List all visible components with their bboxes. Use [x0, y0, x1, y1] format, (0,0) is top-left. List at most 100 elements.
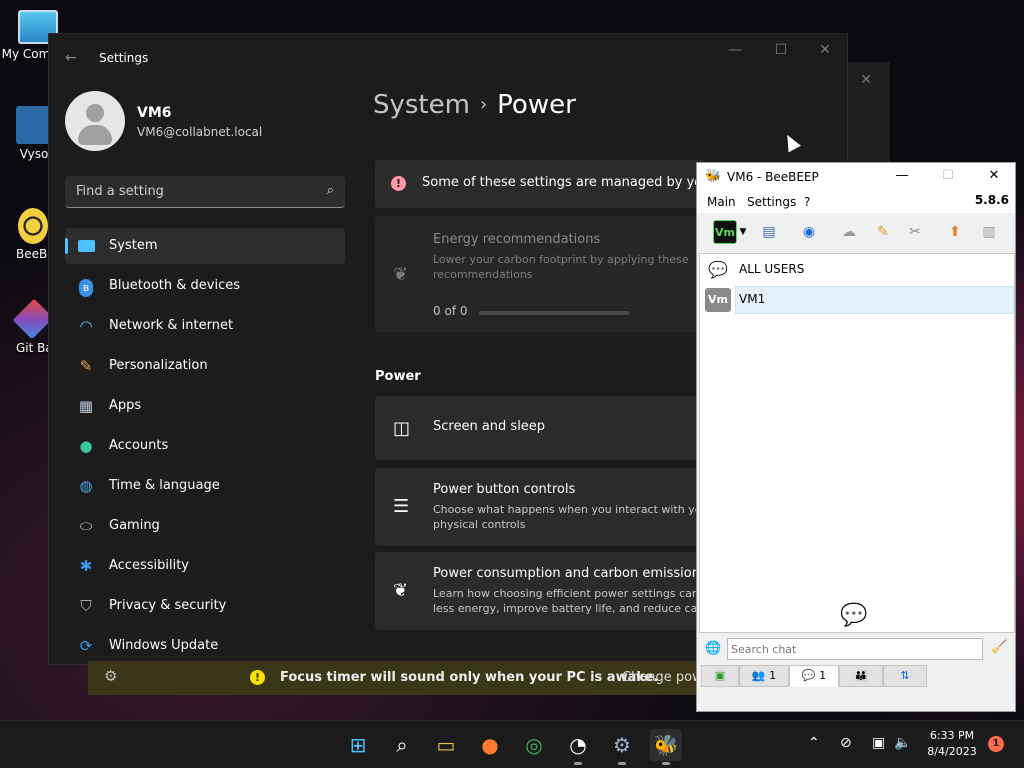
- profile-edit-icon[interactable]: ▤: [757, 220, 781, 244]
- section-heading: Power: [375, 369, 421, 384]
- sidebar-item-label: Privacy & security: [109, 598, 227, 613]
- broadcast-icon[interactable]: ◉: [797, 220, 821, 244]
- sidebar-item-network[interactable]: ◠ Network & internet: [65, 308, 345, 344]
- desktop-icon-label: BeeBE: [16, 247, 52, 261]
- sidebar-item-apps[interactable]: ▦ Apps: [65, 388, 345, 424]
- gear-icon[interactable]: ⚙: [104, 667, 117, 685]
- close-button[interactable]: ✕: [979, 168, 1009, 183]
- list-icon: ☰: [393, 496, 410, 517]
- share-icon[interactable]: ⬆: [943, 220, 967, 244]
- update-icon: ⟳: [79, 637, 93, 655]
- list-item[interactable]: Vm VM1: [703, 286, 1014, 314]
- desktop-icon-vysor[interactable]: Vyso: [0, 106, 52, 161]
- start-icon[interactable]: ⊞: [342, 729, 374, 761]
- desktop-icon-git-bash[interactable]: Git Ba: [0, 298, 54, 355]
- screen-and-sleep-row[interactable]: ◫ Screen and sleep: [375, 396, 705, 460]
- clock-app-icon[interactable]: ◔: [562, 729, 594, 765]
- sidebar-item-bluetooth[interactable]: ʙ Bluetooth & devices: [65, 268, 345, 304]
- power-button-controls-row[interactable]: ☰ Power button controls Choose what happ…: [375, 468, 705, 546]
- chevron-down-icon[interactable]: ▼: [737, 220, 749, 244]
- search-chat-input[interactable]: Search chat: [727, 638, 983, 660]
- gamepad-icon: ⬭: [79, 517, 93, 535]
- sidebar-item-label: Bluetooth & devices: [109, 278, 240, 293]
- pencil-icon[interactable]: ✎: [871, 220, 895, 244]
- banner-text: Focus timer will sound only when your PC…: [280, 670, 659, 685]
- sidebar-item-windows-update[interactable]: ⟳ Windows Update: [65, 628, 345, 664]
- menu-main[interactable]: Main: [707, 195, 736, 209]
- sidebar-item-time-language[interactable]: ◍ Time & language: [65, 468, 345, 504]
- subtitle-line: less energy, improve battery life, and r…: [433, 602, 703, 615]
- focus-timer-banner: ⚙ ! Focus timer will sound only when you…: [88, 661, 703, 695]
- menu-settings[interactable]: Settings: [747, 195, 796, 209]
- card-subtitle: Lower your carbon footprint by applying …: [433, 252, 703, 282]
- subtitle-line: Learn how choosing efficient power setti…: [433, 587, 699, 600]
- tools-icon[interactable]: ✂: [903, 220, 927, 244]
- sidebar-item-accounts[interactable]: ● Accounts: [65, 428, 345, 464]
- breadcrumb-parent[interactable]: System: [373, 90, 470, 120]
- close-button[interactable]: ✕: [805, 42, 845, 58]
- beebeep-icon: 🐝: [705, 169, 722, 184]
- brush-icon: ✎: [79, 357, 93, 375]
- row-title: Screen and sleep: [433, 419, 546, 434]
- tab-users[interactable]: 👥 1: [739, 665, 789, 687]
- beebeep-icon: [18, 208, 48, 244]
- desktop-icon-beebeep[interactable]: BeeBE: [0, 208, 52, 261]
- minimize-button[interactable]: —: [715, 42, 755, 58]
- taskbar: ⊞ ⌕ ▭ ● ◎ ◔ ⚙ 🐝 ⌃ ⊘ ▣ 🔈 6:33 PM 8/4/2023…: [0, 720, 1024, 768]
- search-input[interactable]: Find a setting ⌕: [65, 176, 345, 208]
- screen-sleep-icon: ◫: [393, 418, 411, 439]
- sidebar-item-privacy[interactable]: ⛉ Privacy & security: [65, 588, 345, 624]
- tab-status[interactable]: ▣: [701, 665, 739, 687]
- display-icon[interactable]: ▣: [872, 735, 885, 751]
- chevron-up-icon[interactable]: ⌃: [808, 735, 820, 751]
- groups-icon: 👪: [854, 669, 868, 682]
- sidebar-item-system[interactable]: System: [65, 228, 345, 264]
- minimize-button[interactable]: —: [887, 168, 917, 183]
- close-icon[interactable]: ✕: [860, 72, 872, 88]
- group-icon[interactable]: ☁: [837, 220, 861, 244]
- sidebar-item-gaming[interactable]: ⬭ Gaming: [65, 508, 345, 544]
- progress-bar: [479, 311, 629, 315]
- volume-icon[interactable]: 🔈: [894, 735, 911, 751]
- beebeep-icon[interactable]: 🐝: [650, 729, 682, 765]
- sidebar-item-label: Time & language: [109, 478, 220, 493]
- sidebar-item-label: Personalization: [109, 358, 208, 373]
- search-icon[interactable]: ⌕: [386, 729, 418, 761]
- clock[interactable]: 6:33 PM 8/4/2023: [920, 728, 984, 760]
- row-title: Power consumption and carbon emissions: [433, 566, 707, 581]
- sidebar-item-label: Accounts: [109, 438, 169, 453]
- sidebar-item-accessibility[interactable]: ✱ Accessibility: [65, 548, 345, 584]
- sidebar-item-personalization[interactable]: ✎ Personalization: [65, 348, 345, 384]
- banner-text: Some of these settings are managed by yo…: [422, 175, 716, 190]
- tab-groups[interactable]: 👪: [839, 665, 883, 687]
- desktop-icon-label: Vyso: [19, 147, 49, 161]
- desktop-icon-my-computer[interactable]: My Com: [0, 10, 58, 61]
- settings-gear-icon[interactable]: ⚙: [606, 729, 638, 765]
- list-item[interactable]: 💬 ALL USERS: [703, 256, 1013, 284]
- maximize-button[interactable]: ☐: [933, 168, 963, 183]
- clear-icon[interactable]: 🧹: [991, 640, 1007, 655]
- tab-chats[interactable]: 💬 1: [789, 665, 839, 687]
- change-power-link[interactable]: Change pow: [622, 670, 703, 685]
- title-bar: ← Settings — ☐ ✕: [49, 34, 847, 82]
- trash-icon[interactable]: ▥: [977, 220, 1001, 244]
- back-arrow-icon[interactable]: ←: [65, 50, 77, 66]
- sidebar-item-label: Apps: [109, 398, 142, 413]
- user-profile[interactable]: VM6 VM6@collabnet.local: [65, 91, 365, 153]
- status-badge[interactable]: Vm: [713, 220, 737, 244]
- maximize-button[interactable]: ☐: [761, 42, 801, 58]
- menu-help[interactable]: ?: [804, 195, 810, 209]
- search-icon[interactable]: ⌕: [327, 183, 334, 198]
- notification-badge[interactable]: 1: [988, 736, 1004, 752]
- info-icon: !: [391, 176, 406, 191]
- firefox-icon[interactable]: ●: [474, 729, 506, 761]
- chrome-icon[interactable]: ◎: [518, 729, 550, 761]
- globe-icon: 🌐: [705, 641, 722, 656]
- tab-files[interactable]: ⇅: [883, 665, 927, 687]
- file-explorer-icon[interactable]: ▭: [430, 729, 462, 761]
- sidebar-item-label: Gaming: [109, 518, 160, 533]
- user-email: VM6@collabnet.local: [137, 125, 263, 139]
- leaf-icon: ❦: [393, 264, 409, 285]
- power-consumption-row[interactable]: ❦ Power consumption and carbon emissions…: [375, 552, 707, 630]
- network-icon[interactable]: ⊘: [840, 735, 852, 751]
